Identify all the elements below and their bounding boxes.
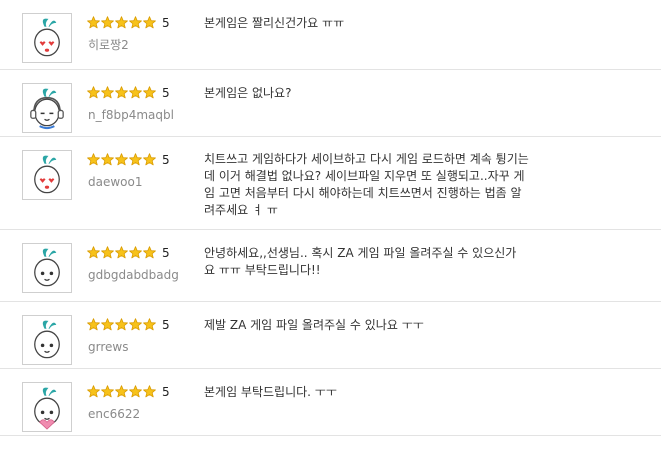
star-rating xyxy=(87,84,157,100)
star-icon xyxy=(143,317,156,330)
star-icon xyxy=(129,317,142,330)
avatar[interactable] xyxy=(22,13,72,63)
star-icon xyxy=(115,85,128,98)
star-rating xyxy=(87,151,157,167)
red-heart-eyes-face-icon xyxy=(23,14,71,62)
review-comment-line: 본게임 부탁드립니다. ㅜㅜ xyxy=(204,385,337,399)
star-icon xyxy=(115,245,128,258)
star-icon xyxy=(87,152,100,165)
star-icon xyxy=(143,245,156,258)
star-icon xyxy=(143,85,156,98)
star-icon xyxy=(143,384,156,397)
review-item: 5 히로짱2 본게임은 짤리신건가요 ㅠㅠ xyxy=(0,0,661,70)
rating-score: 5 xyxy=(162,246,170,260)
star-icon xyxy=(87,317,100,330)
star-icon xyxy=(129,15,142,28)
star-icon xyxy=(129,384,142,397)
review-comment: 제발 ZA 게임 파일 올려주실 수 있나요 ㅜㅜ xyxy=(204,317,564,334)
star-icon xyxy=(101,384,114,397)
avatar[interactable] xyxy=(22,382,72,432)
review-item: 5 enc6622 본게임 부탁드립니다. ㅜㅜ xyxy=(0,369,661,436)
star-icon xyxy=(143,15,156,28)
username[interactable]: enc6622 xyxy=(88,406,140,422)
review-comment: 본게임은 없나요? xyxy=(204,85,564,102)
username[interactable]: grrews xyxy=(88,339,128,355)
review-item: 5 gdbgdabdbadg 안녕하세요,,선생님.. 혹시 ZA 게임 파일 올려… xyxy=(0,230,661,302)
star-icon xyxy=(129,85,142,98)
divider xyxy=(0,435,661,436)
star-icon xyxy=(101,317,114,330)
review-comment-line: 려주세요 ㅕ ㅠ xyxy=(204,203,278,217)
star-icon xyxy=(115,152,128,165)
star-icon xyxy=(129,152,142,165)
rating-score: 5 xyxy=(162,16,170,30)
review-comment: 치트쓰고 게임하다가 세이브하고 다시 게임 로드하면 계속 튕기는데 이거 해… xyxy=(204,151,564,219)
heart-hands-face-icon xyxy=(23,383,71,431)
review-comment: 안녕하세요,,선생님.. 혹시 ZA 게임 파일 올려주실 수 있으신가요 ㅠㅠ… xyxy=(204,245,564,279)
star-icon xyxy=(87,15,100,28)
username[interactable]: 히로짱2 xyxy=(88,37,129,53)
review-comment-line: 본게임은 짤리신건가요 ㅠㅠ xyxy=(204,16,345,30)
review-comment: 본게임 부탁드립니다. ㅜㅜ xyxy=(204,384,564,401)
star-icon xyxy=(101,85,114,98)
review-comment-line: 제발 ZA 게임 파일 올려주실 수 있나요 ㅜㅜ xyxy=(204,318,424,332)
star-icon xyxy=(87,384,100,397)
star-rating xyxy=(87,244,157,260)
review-comment: 본게임은 짤리신건가요 ㅠㅠ xyxy=(204,15,564,32)
headphones-face-icon xyxy=(23,84,71,132)
username[interactable]: daewoo1 xyxy=(88,174,143,190)
star-icon xyxy=(101,15,114,28)
review-comment-line: 임 고면 처음부터 다시 해야하는데 치트쓰면서 진행하는 법좀 알 xyxy=(204,186,522,200)
star-icon xyxy=(115,15,128,28)
red-heart-eyes-face-icon xyxy=(23,151,71,199)
star-icon xyxy=(143,152,156,165)
review-item: 5 n_f8bp4maqbl 본게임은 없나요? xyxy=(0,70,661,137)
star-icon xyxy=(129,245,142,258)
star-rating xyxy=(87,316,157,332)
star-icon xyxy=(101,152,114,165)
review-comment-line: 안녕하세요,,선생님.. 혹시 ZA 게임 파일 올려주실 수 있으신가 xyxy=(204,246,517,260)
rating-score: 5 xyxy=(162,153,170,167)
rating-score: 5 xyxy=(162,318,170,332)
review-comment-line: 요 ㅠㅠ 부탁드립니다!! xyxy=(204,263,321,277)
rating-score: 5 xyxy=(162,86,170,100)
star-rating xyxy=(87,14,157,30)
star-icon xyxy=(115,317,128,330)
review-comment-line: 치트쓰고 게임하다가 세이브하고 다시 게임 로드하면 계속 튕기는 xyxy=(204,152,529,166)
star-rating xyxy=(87,383,157,399)
review-comment-line: 데 이거 해결법 없나요? 세이브파일 지우면 또 실행되고..자꾸 게 xyxy=(204,169,525,183)
username[interactable]: n_f8bp4maqbl xyxy=(88,107,174,123)
star-icon xyxy=(87,245,100,258)
review-comment-line: 본게임은 없나요? xyxy=(204,86,292,100)
rating-score: 5 xyxy=(162,385,170,399)
plain-face-icon xyxy=(23,244,71,292)
avatar[interactable] xyxy=(22,243,72,293)
review-item: 5 grrews 제발 ZA 게임 파일 올려주실 수 있나요 ㅜㅜ xyxy=(0,302,661,369)
review-item: 5 daewoo1 치트쓰고 게임하다가 세이브하고 다시 게임 로드하면 계속 튕… xyxy=(0,137,661,230)
username[interactable]: gdbgdabdbadg xyxy=(88,267,179,283)
star-icon xyxy=(115,384,128,397)
avatar[interactable] xyxy=(22,150,72,200)
star-icon xyxy=(87,85,100,98)
star-icon xyxy=(101,245,114,258)
plain-face-icon xyxy=(23,316,71,364)
avatar[interactable] xyxy=(22,83,72,133)
avatar[interactable] xyxy=(22,315,72,365)
